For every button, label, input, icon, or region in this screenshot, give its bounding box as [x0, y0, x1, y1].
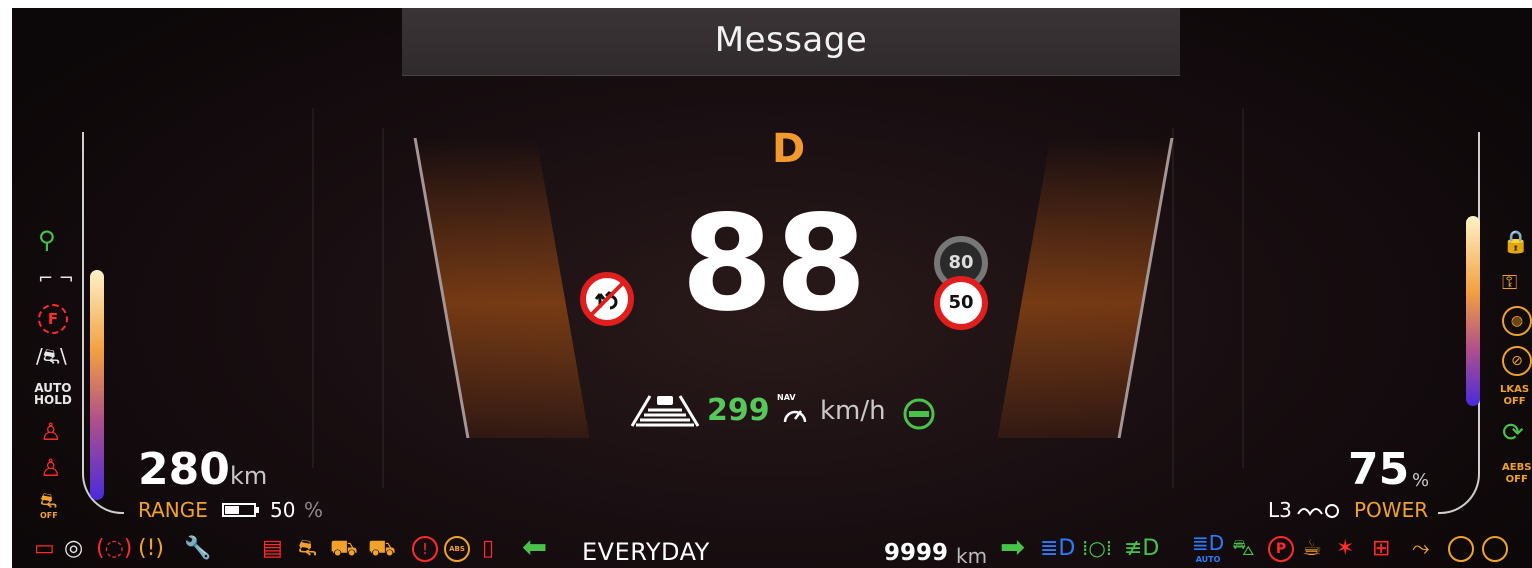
power-unit: % — [1412, 470, 1430, 491]
high-beam-icon: ≣D — [1040, 536, 1076, 561]
seat-adjust-icon: ⤳ — [1412, 536, 1430, 561]
aebs-off-text: OFF — [1505, 474, 1528, 485]
regen-icon: ⟳ — [1502, 418, 1524, 448]
road-wall-left — [413, 138, 590, 438]
collision-off-icon: ⛟ — [368, 536, 396, 561]
tpms-icon: ◎ — [64, 536, 84, 561]
auto-high-beam-icon: ≣D AUTO — [1192, 531, 1225, 564]
auto-hold-text-2: HOLD — [34, 393, 72, 407]
wrench-icon: 🔧 — [184, 536, 212, 561]
abs-icon: ABS — [444, 536, 470, 562]
charging-plug-icon: ⚲ — [38, 226, 56, 254]
speed-limit-value: 50 — [948, 292, 974, 313]
turn-right-icon: ➡ — [1000, 530, 1026, 565]
instrument-cluster-screen: Message D 88 80 50 299 NAV km/h 280 km R… — [12, 8, 1532, 568]
power-label: POWER — [1354, 498, 1429, 522]
range-unit: km — [230, 462, 268, 490]
battery-percent: 50 — [270, 498, 296, 522]
seatbelt-icon: ♙ — [40, 418, 62, 446]
brake-fault-icon: ! — [412, 536, 438, 562]
aebs-text: AEBS — [1502, 462, 1532, 473]
range-label: RANGE — [138, 498, 208, 522]
drive-mode-label: EVERYDAY — [582, 538, 710, 566]
turtle-icon: ◍ — [1502, 306, 1532, 336]
fuel-filter-icon: F — [38, 304, 68, 334]
nav-speed-unit: km/h — [820, 396, 886, 426]
steering-warning-icon: ⊘ — [1502, 346, 1532, 376]
corridor-line — [312, 108, 324, 468]
road-wall-right — [997, 138, 1174, 438]
lane-assist-icon: /⛐\ — [36, 344, 67, 368]
battery-hv-icon: ▤ — [262, 536, 283, 561]
gear-indicator: D — [772, 126, 806, 172]
parking-brake-icon: P — [1268, 536, 1294, 562]
nav-speed-value: 299 — [707, 393, 770, 428]
door-open-icon: ▯ — [482, 536, 495, 561]
driver-attention-icon: ☕ — [1302, 536, 1322, 561]
power-value: 75 — [1348, 444, 1410, 495]
speed-value: 88 — [681, 187, 869, 341]
rear-seatbelt-icon: ♙ — [40, 454, 62, 482]
power-gauge-bar — [1466, 216, 1480, 406]
power-steering-icon — [1448, 536, 1474, 562]
lane-road-icon — [630, 392, 700, 432]
key-icon: ⚿ — [1502, 270, 1518, 294]
car-lock-icon: 🔒 — [1502, 230, 1530, 255]
speedometer-icon — [782, 402, 808, 430]
collision-warning-icon: ⛟ — [330, 536, 358, 561]
corridor-line — [1242, 108, 1254, 468]
auto-hold-icon: AUTO HOLD — [34, 382, 72, 406]
power-level: L3 — [1268, 498, 1292, 522]
brake-warning-icon: (!) — [138, 536, 164, 561]
regen-level-icon — [1296, 502, 1342, 522]
odometer-value: 9999 — [884, 540, 949, 566]
battery-percent-unit: % — [304, 498, 324, 522]
lkas-text: LKAS — [1500, 384, 1530, 395]
corridor-line — [382, 128, 394, 488]
range-value: 280 — [138, 444, 230, 495]
battery-12v-icon: ⊞ — [1372, 536, 1391, 561]
car-doors-icon: ⌐ ¬ — [38, 268, 74, 289]
speed-limit-sign: 50 — [934, 276, 988, 330]
traction-off-icon: ⛐ OFF — [40, 488, 58, 520]
skid-icon: ⛐ — [298, 536, 317, 561]
no-overtaking-sign-icon — [580, 272, 634, 326]
cruise-status-icon — [902, 397, 936, 435]
auto-high-beam-text: AUTO — [1195, 555, 1221, 564]
turn-left-icon: ⬅ — [522, 530, 548, 565]
brake-pads-icon: (◌) — [96, 536, 133, 561]
traction-off-text: OFF — [40, 511, 58, 520]
front-fog-icon: ≢D — [1124, 536, 1160, 561]
message-title: Message — [714, 20, 868, 60]
airbag-icon: ✶ — [1336, 536, 1355, 561]
battery-level-icon — [222, 502, 262, 522]
odometer-unit: km — [956, 544, 988, 568]
aebs-off-icon: AEBS OFF — [1502, 462, 1531, 486]
steering-icon — [1482, 536, 1508, 562]
car-ahead-icon: ⛍ — [1232, 536, 1255, 561]
lkas-off-icon: LKAS OFF — [1500, 384, 1529, 408]
corridor-line — [1172, 128, 1184, 488]
battery-warning-icon: ▭ — [34, 536, 55, 561]
message-banner: Message — [402, 8, 1180, 76]
lkas-off-text: OFF — [1503, 396, 1526, 407]
range-gauge-bar — [90, 270, 104, 500]
parking-lights-icon: ⁞○⁞ — [1082, 536, 1113, 560]
